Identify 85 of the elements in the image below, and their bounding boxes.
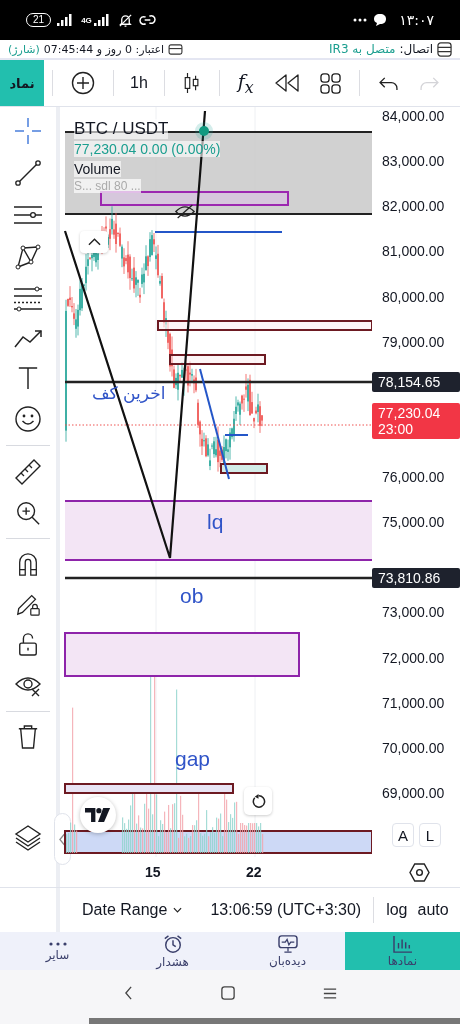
- home-icon[interactable]: [220, 986, 235, 1000]
- price-box: [220, 463, 268, 474]
- clock: ۱۳:۰۷: [399, 12, 434, 28]
- symbol-title: BTC / USDT: [74, 119, 169, 139]
- credit-text: اعتبار: 0 روز و 07:45:44: [43, 42, 165, 56]
- price-label: 80,000.00: [382, 288, 445, 305]
- bell-off-icon: [117, 12, 133, 28]
- collapse-button[interactable]: [80, 231, 108, 253]
- layout-grid-icon[interactable]: [319, 72, 341, 94]
- price-label: 84,000.00: [382, 108, 445, 124]
- connection-label: اتصال:: [399, 42, 433, 56]
- trend-line-icon[interactable]: [14, 159, 42, 187]
- undo-icon[interactable]: [377, 75, 399, 91]
- trash-icon[interactable]: [17, 724, 39, 750]
- scale-button[interactable]: A: [392, 823, 414, 847]
- more-icon: [353, 18, 368, 22]
- fib-levels-icon[interactable]: [13, 285, 43, 313]
- connection-status: متصل به IR3: [329, 42, 396, 56]
- nav-tab[interactable]: نمادها: [345, 932, 460, 970]
- price-label: 79,000.00: [382, 333, 445, 350]
- reset-icon: [250, 793, 266, 809]
- countdown: 23:00: [378, 421, 415, 437]
- chat-bubble-icon: [373, 13, 388, 27]
- nav-tab[interactable]: هشدار: [115, 932, 230, 970]
- signal-icon: [93, 14, 112, 26]
- indicators-button[interactable]: f$_{x}$: [227, 69, 264, 97]
- price-label: 73,000.00: [382, 604, 445, 621]
- chart-annotation: lq: [207, 510, 224, 534]
- time-label: 15: [145, 864, 161, 880]
- reset-button[interactable]: [244, 787, 272, 815]
- timezone-clock[interactable]: 13:06:59 (UTC+3:30): [210, 901, 362, 919]
- text-tool-icon[interactable]: [17, 365, 39, 391]
- more-icon: [47, 940, 68, 947]
- price-label: 81,000.00: [382, 243, 445, 260]
- server-icon: [437, 41, 452, 57]
- symbol-button[interactable]: نماد: [0, 60, 44, 106]
- price-label: 82,000.00: [382, 198, 445, 215]
- unlock-icon[interactable]: [17, 631, 39, 657]
- zoom-in-icon[interactable]: [15, 500, 41, 526]
- smiley-icon[interactable]: [14, 405, 42, 433]
- rewind-icon[interactable]: [273, 73, 300, 93]
- interval-button[interactable]: 1h: [122, 74, 156, 92]
- bar-chart-icon: [392, 934, 413, 953]
- network-type: 4G: [81, 15, 92, 25]
- card-icon: [168, 43, 184, 55]
- pattern-icon[interactable]: [14, 243, 42, 271]
- settings-icon[interactable]: [408, 862, 430, 882]
- scale-button[interactable]: L: [419, 823, 441, 847]
- price-label: 70,000.00: [382, 739, 445, 756]
- price-label: 71,000.00: [382, 694, 445, 711]
- crosshair-icon[interactable]: [14, 117, 42, 145]
- price-label: 69,000.00: [382, 784, 445, 801]
- logo-icon: [80, 797, 116, 833]
- price-label: 75,000.00: [382, 514, 445, 531]
- price-label: 76,000.00: [382, 469, 445, 486]
- candles-icon[interactable]: [182, 71, 201, 95]
- chart-annotation: gap: [175, 747, 211, 771]
- back-icon[interactable]: [123, 986, 133, 1000]
- price-value: 78,154.65: [378, 374, 442, 390]
- study-label: Volume: [74, 161, 121, 177]
- add-icon[interactable]: [71, 71, 95, 95]
- chart-annotation: ob: [180, 584, 204, 608]
- anchor-point[interactable]: [195, 122, 213, 140]
- log-toggle[interactable]: log: [386, 901, 408, 919]
- recents-icon[interactable]: [322, 986, 337, 1000]
- price-label: 72,000.00: [382, 649, 445, 666]
- date-range-button[interactable]: Date Range: [82, 901, 183, 919]
- price-value: 77,230.04: [378, 405, 442, 421]
- caret-icon: [173, 907, 183, 913]
- magnet-icon[interactable]: [16, 551, 40, 577]
- alarm-clock-icon: [162, 933, 183, 954]
- price-quote: 77,230.04 0.00 (0.00%): [74, 141, 221, 157]
- ruler-icon[interactable]: [14, 458, 42, 486]
- chevron-up-icon: [87, 238, 101, 246]
- nav-tab[interactable]: دیده‌بان: [230, 932, 345, 970]
- layers-icon[interactable]: [14, 823, 42, 851]
- price-label: 83,000.00: [382, 153, 445, 170]
- price-value: 73,810.86: [378, 570, 442, 586]
- eye-off-icon[interactable]: [174, 204, 196, 219]
- study-label: S... sdl 80 ...: [74, 179, 141, 193]
- nav-tab[interactable]: سایر: [0, 932, 115, 970]
- monitor-icon: [277, 934, 298, 953]
- link-icon: [138, 13, 156, 27]
- time-label: 22: [246, 864, 262, 880]
- auto-toggle[interactable]: auto: [417, 901, 449, 919]
